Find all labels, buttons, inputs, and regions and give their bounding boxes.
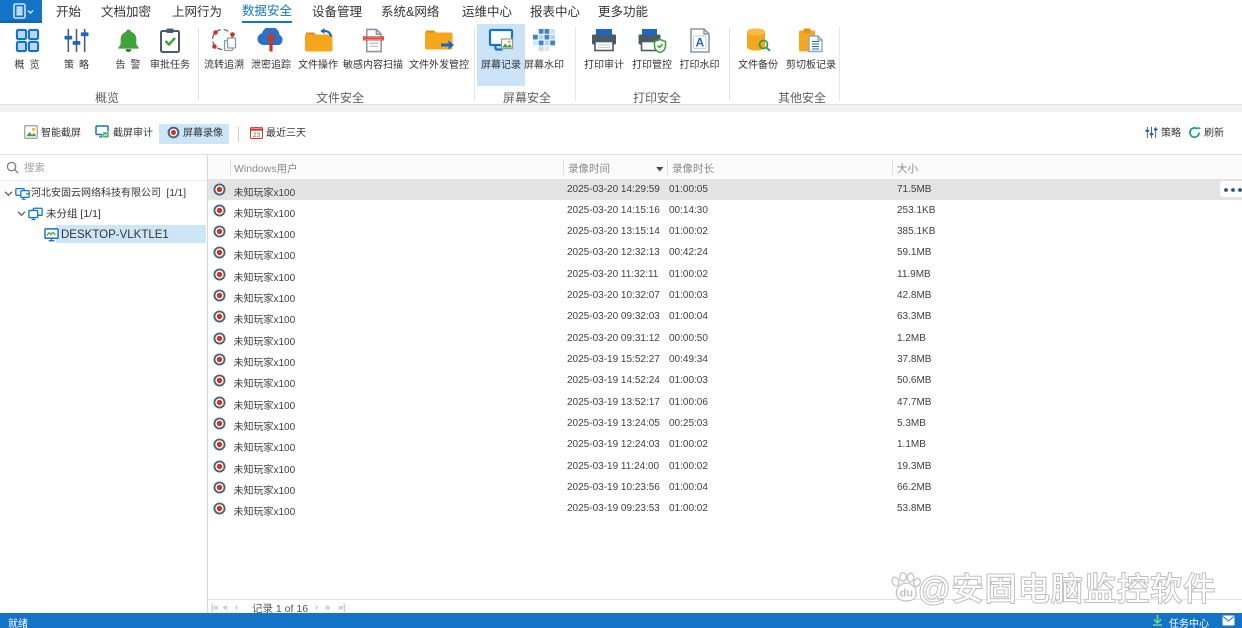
svg-text:A: A [695,36,704,50]
svg-text:du: du [900,588,913,600]
svg-text:23: 23 [253,132,261,139]
svg-text:@安固电脑监控软件: @安固电脑监控软件 [918,571,1216,607]
